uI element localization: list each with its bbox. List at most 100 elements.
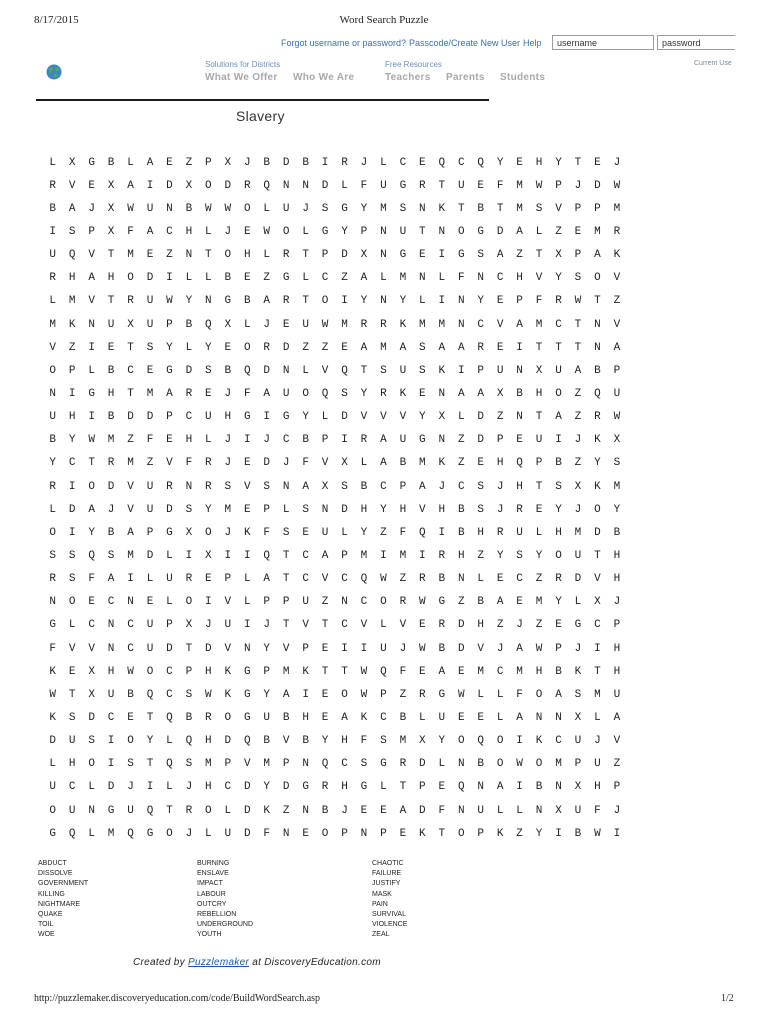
grid-letter: N xyxy=(555,781,562,794)
globe-logo-icon[interactable] xyxy=(46,64,62,80)
grid-letter: T xyxy=(535,341,543,354)
grid-letter: X xyxy=(360,249,368,262)
grid-letter: E xyxy=(205,387,212,400)
grid-letter: X xyxy=(185,526,193,539)
grid-letter: A xyxy=(146,225,154,238)
grid-letter: M xyxy=(224,503,232,516)
grid-letter: Z xyxy=(516,827,523,840)
grid-letter: O xyxy=(88,758,95,771)
grid-letter: T xyxy=(107,249,115,262)
password-field[interactable]: password xyxy=(657,35,735,50)
grid-letter: A xyxy=(282,688,290,701)
grid-letter: I xyxy=(341,642,348,655)
grid-letter: D xyxy=(282,781,290,794)
grid-letter: P xyxy=(321,434,329,447)
grid-letter: V xyxy=(243,480,251,493)
grid-letter: J xyxy=(185,827,193,840)
nav-parents[interactable]: Parents xyxy=(446,72,485,83)
grid-row: WTXUBQCSWKGYAIEOWPZRGWLLFOASMU xyxy=(43,683,627,706)
grid-letter: H xyxy=(535,156,543,169)
grid-letter: I xyxy=(146,179,154,192)
grid-letter: I xyxy=(321,156,329,169)
grid-letter: U xyxy=(224,827,232,840)
grid-letter: V xyxy=(243,758,251,771)
help-link[interactable]: Help xyxy=(523,38,542,48)
grid-letter: R xyxy=(419,179,426,192)
grid-letter: S xyxy=(205,364,212,377)
grid-letter: R xyxy=(341,156,348,169)
solutions-for-districts-link[interactable]: Solutions for Districts xyxy=(205,60,280,69)
grid-letter: L xyxy=(185,272,193,285)
grid-letter: X xyxy=(574,480,582,493)
grid-letter: B xyxy=(574,827,582,840)
grid-letter: Y xyxy=(399,295,407,308)
grid-letter: W xyxy=(166,295,173,308)
grid-letter: J xyxy=(224,457,232,470)
nav-teachers[interactable]: Teachers xyxy=(385,72,431,83)
grid-letter: B xyxy=(477,758,484,771)
grid-letter: N xyxy=(419,202,426,215)
grid-letter: R xyxy=(243,179,251,192)
grid-letter: Z xyxy=(496,619,504,632)
grid-letter: N xyxy=(438,387,446,400)
grid-letter: E xyxy=(477,711,484,724)
grid-letter: O xyxy=(496,758,504,771)
grid-letter: A xyxy=(496,781,504,794)
grid-letter: Y xyxy=(535,549,543,562)
grid-letter: P xyxy=(263,596,271,609)
grid-letter: C xyxy=(477,318,484,331)
grid-letter: K xyxy=(438,364,446,377)
grid-letter: E xyxy=(146,596,154,609)
grid-letter: K xyxy=(613,249,621,262)
nav-who-we-are[interactable]: Who We Are xyxy=(293,72,354,83)
grid-letter: X xyxy=(419,735,426,748)
grid-letter: J xyxy=(594,735,601,748)
grid-letter: C xyxy=(68,457,76,470)
grid-letter: S xyxy=(321,202,329,215)
grid-letter: Z xyxy=(146,457,154,470)
grid-letter: N xyxy=(535,804,543,817)
grid-letter: D xyxy=(594,526,601,539)
grid-letter: D xyxy=(477,434,484,447)
passcode-create-user-link[interactable]: Passcode/Create New User xyxy=(409,38,520,48)
grid-letter: J xyxy=(263,619,271,632)
grid-letter: N xyxy=(88,804,95,817)
grid-letter: L xyxy=(302,272,309,285)
grid-letter: A xyxy=(302,480,309,493)
grid-letter: D xyxy=(457,619,465,632)
grid-letter: H xyxy=(302,711,309,724)
grid-letter: N xyxy=(282,179,290,192)
grid-letter: K xyxy=(49,665,57,678)
grid-letter: Y xyxy=(321,735,329,748)
grid-letter: I xyxy=(263,411,271,424)
grid-letter: D xyxy=(457,642,465,655)
grid-letter: H xyxy=(107,665,115,678)
grid-letter: J xyxy=(496,480,504,493)
grid-letter: I xyxy=(341,295,348,308)
word-list-item: IMPACT xyxy=(197,880,223,888)
grid-letter: S xyxy=(146,341,154,354)
grid-letter: P xyxy=(360,225,368,238)
grid-letter: R xyxy=(360,318,368,331)
grid-letter: L xyxy=(224,804,232,817)
username-field[interactable]: username xyxy=(552,35,654,50)
grid-letter: Z xyxy=(457,596,465,609)
grid-letter: Q xyxy=(263,549,271,562)
grid-letter: Q xyxy=(68,249,76,262)
free-resources-link[interactable]: Free Resources xyxy=(385,60,442,69)
nav-students[interactable]: Students xyxy=(500,72,545,83)
grid-letter: A xyxy=(496,596,504,609)
grid-letter: V xyxy=(282,642,290,655)
grid-letter: A xyxy=(68,202,76,215)
grid-letter: Q xyxy=(185,735,193,748)
grid-letter: G xyxy=(224,295,232,308)
grid-letter: N xyxy=(302,804,309,817)
grid-letter: C xyxy=(321,272,329,285)
grid-letter: M xyxy=(419,457,426,470)
nav-what-we-offer[interactable]: What We Offer xyxy=(205,72,278,83)
grid-letter: E xyxy=(496,573,504,586)
forgot-password-link[interactable]: Forgot username or password? xyxy=(281,38,406,48)
puzzlemaker-link[interactable]: Puzzlemaker xyxy=(188,957,249,968)
grid-letter: E xyxy=(88,596,95,609)
grid-letter: I xyxy=(360,642,368,655)
